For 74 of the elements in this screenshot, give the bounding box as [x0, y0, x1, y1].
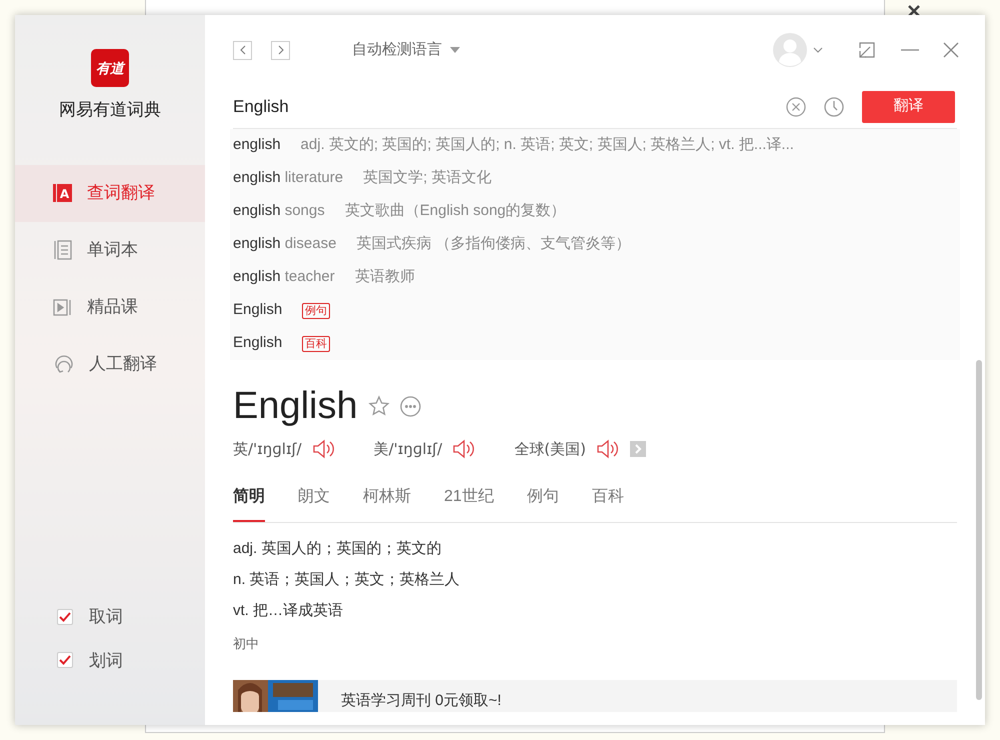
caret-down-icon [450, 47, 460, 53]
speaker-icon[interactable] [596, 439, 618, 460]
speaker-icon[interactable] [312, 439, 334, 460]
clear-icon[interactable] [786, 96, 806, 116]
nav-item[interactable]: A 查词翻译 [15, 164, 205, 222]
checkbox-label: 划词 [89, 650, 123, 672]
ad-banner[interactable]: 英语学习周刊 0元领取~! [233, 680, 957, 712]
dictionary-tab[interactable]: 简明 [233, 484, 265, 522]
definition-line: vt. 把…译成英语 [233, 600, 344, 620]
checkbox[interactable] [57, 608, 73, 625]
language-dropdown[interactable]: 自动检测语言 [352, 38, 460, 62]
suggestion-word: english songs [233, 201, 325, 222]
more-icon[interactable] [400, 396, 421, 416]
star-icon[interactable] [368, 395, 390, 417]
chevron-right-icon [634, 444, 642, 454]
suggestion-item[interactable]: english teacher 英语教师 [233, 261, 960, 294]
app-logo: 有道 [91, 49, 129, 87]
nav-label: 单词本 [87, 239, 138, 262]
headset-icon [53, 353, 75, 375]
chevron-right-icon [276, 45, 284, 55]
suggestion-meaning: adj. 英文的; 英国的; 英国人的; n. 英语; 英文; 英国人; 英格兰人; vt. 把...译... [300, 135, 794, 156]
scrollbar[interactable] [976, 360, 982, 700]
video-icon [53, 297, 73, 317]
suggestion-word: english [233, 135, 281, 156]
chevron-left-icon [238, 45, 246, 55]
minimize-icon[interactable] [901, 49, 919, 51]
suggestion-meaning: 英国式疾病 （多指佝偻病、支气管炎等） [356, 234, 631, 254]
suggestion-word: english literature [233, 168, 344, 188]
suggestion-word: english disease [233, 234, 336, 254]
suggestion-item[interactable]: english adj. 英文的; 英国的; 英国人的; n. 英语; 英文; 英国人; 英格兰人; vt. 把...译... [233, 129, 960, 162]
dictionary-tab[interactable]: 21世纪 [444, 484, 494, 522]
suggestion-word: english teacher [233, 267, 335, 288]
ad-text: 英语学习周刊 0元领取~! [341, 691, 502, 711]
nav-item[interactable]: 单词本 [15, 222, 205, 278]
speaker-icon[interactable] [452, 439, 474, 460]
close-icon[interactable] [907, 4, 921, 18]
dictionary-tab[interactable]: 朗文 [298, 484, 330, 522]
suggestion-item[interactable]: English 例句 [233, 294, 960, 327]
definition-line: adj. 英国人的；英国的；英文的 [233, 538, 442, 558]
nav-item[interactable]: 精品课 [15, 278, 205, 336]
definition-line: n. 英语；英国人；英文；英格兰人 [233, 570, 461, 590]
nav-label: 人工翻译 [89, 353, 157, 376]
dictionary-tab[interactable]: 柯林斯 [363, 484, 411, 522]
dictionary-tab[interactable]: 百科 [592, 484, 624, 522]
resize-icon[interactable] [859, 42, 875, 58]
suggestion-word: English [233, 333, 282, 354]
back-button[interactable] [233, 40, 252, 60]
checkbox-label: 取词 [89, 606, 123, 628]
suggestion-item[interactable]: english disease 英国式疾病 （多指佝偻病、支气管炎等） [233, 228, 960, 261]
phonetic: 全球(美国) [514, 439, 586, 460]
nav-label: 精品课 [87, 296, 138, 318]
headword: English [233, 384, 358, 429]
level-label: 初中 [233, 634, 260, 652]
suggestion-item[interactable]: english songs 英文歌曲（English song的复数） [233, 195, 960, 228]
phonetic: 美/'ɪŋɡlɪʃ/ [374, 439, 442, 460]
tag-label: 百科 [302, 336, 330, 352]
nav-label: 查词翻译 [87, 182, 155, 204]
notebook-icon [53, 240, 73, 260]
translate-button[interactable]: 翻译 [862, 90, 955, 122]
app-name: 网易有道词典 [59, 99, 161, 121]
dictionary-tab[interactable]: 例句 [526, 484, 559, 522]
checkbox[interactable] [57, 652, 73, 668]
suggestion-item[interactable]: English 百科 [233, 327, 960, 360]
nav-item[interactable]: 人工翻译 [15, 336, 205, 392]
suggestion-word: English [233, 300, 282, 320]
phonetic: 英/'ɪŋɡlɪʃ/ [233, 439, 302, 460]
suggestion-meaning: 英语教师 [354, 267, 415, 288]
suggestion-meaning: 英国文学; 英语文化 [363, 168, 492, 188]
forward-button[interactable] [271, 40, 290, 60]
suggestion-item[interactable]: english literature 英国文学; 英语文化 [233, 162, 960, 195]
tag-label: 例句 [302, 302, 330, 318]
suggestion-meaning: 英文歌曲（English song的复数） [344, 201, 566, 222]
history-icon[interactable] [824, 96, 844, 116]
chevron-down-icon[interactable] [813, 47, 823, 53]
